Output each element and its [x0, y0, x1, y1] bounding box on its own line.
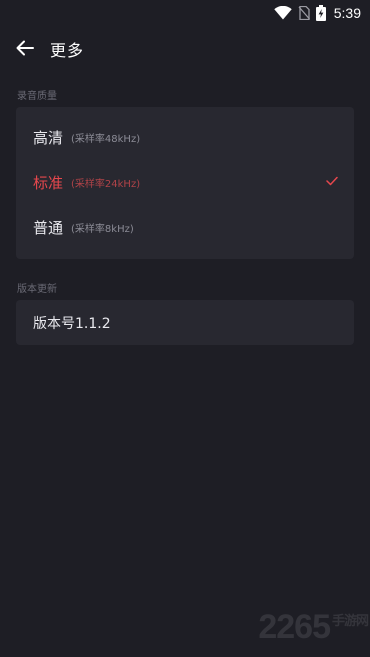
quality-option-standard[interactable]: 标准 (采样率24kHz) [16, 160, 354, 205]
watermark-number: 2265 [258, 608, 331, 646]
option-name: 高清 [33, 129, 64, 147]
option-rate: (采样率8kHz) [71, 224, 134, 235]
wifi-icon [274, 6, 292, 20]
no-sim-icon [298, 6, 310, 20]
page-title: 更多 [50, 41, 85, 60]
status-time: 5:39 [333, 5, 361, 21]
quality-option-normal[interactable]: 普通 (采样率8kHz) [16, 205, 354, 250]
option-name: 普通 [33, 219, 64, 237]
option-name: 标准 [33, 174, 64, 192]
option-rate: (采样率24kHz) [71, 179, 141, 190]
quality-section-label: 录音质量 [17, 91, 57, 102]
quality-options-card: 高清 (采样率48kHz) 标准 (采样率24kHz) 普通 (采样率8kHz) [16, 107, 354, 259]
quality-option-hd[interactable]: 高清 (采样率48kHz) [16, 115, 354, 160]
version-row[interactable]: 版本号1.1.2 [16, 300, 354, 345]
option-rate: (采样率48kHz) [71, 134, 141, 145]
arrow-left-icon [16, 40, 34, 56]
back-button[interactable] [12, 36, 38, 60]
battery-charging-icon [315, 5, 326, 21]
app-bar: 更多 [0, 28, 370, 68]
status-bar: 5:39 [0, 0, 370, 26]
check-icon [326, 176, 338, 186]
watermark-logo: 2265 手游网 [258, 608, 369, 647]
update-section-label: 版本更新 [17, 284, 57, 295]
version-text: 版本号1.1.2 [33, 316, 111, 332]
watermark-suffix: 手游网 [331, 613, 369, 628]
